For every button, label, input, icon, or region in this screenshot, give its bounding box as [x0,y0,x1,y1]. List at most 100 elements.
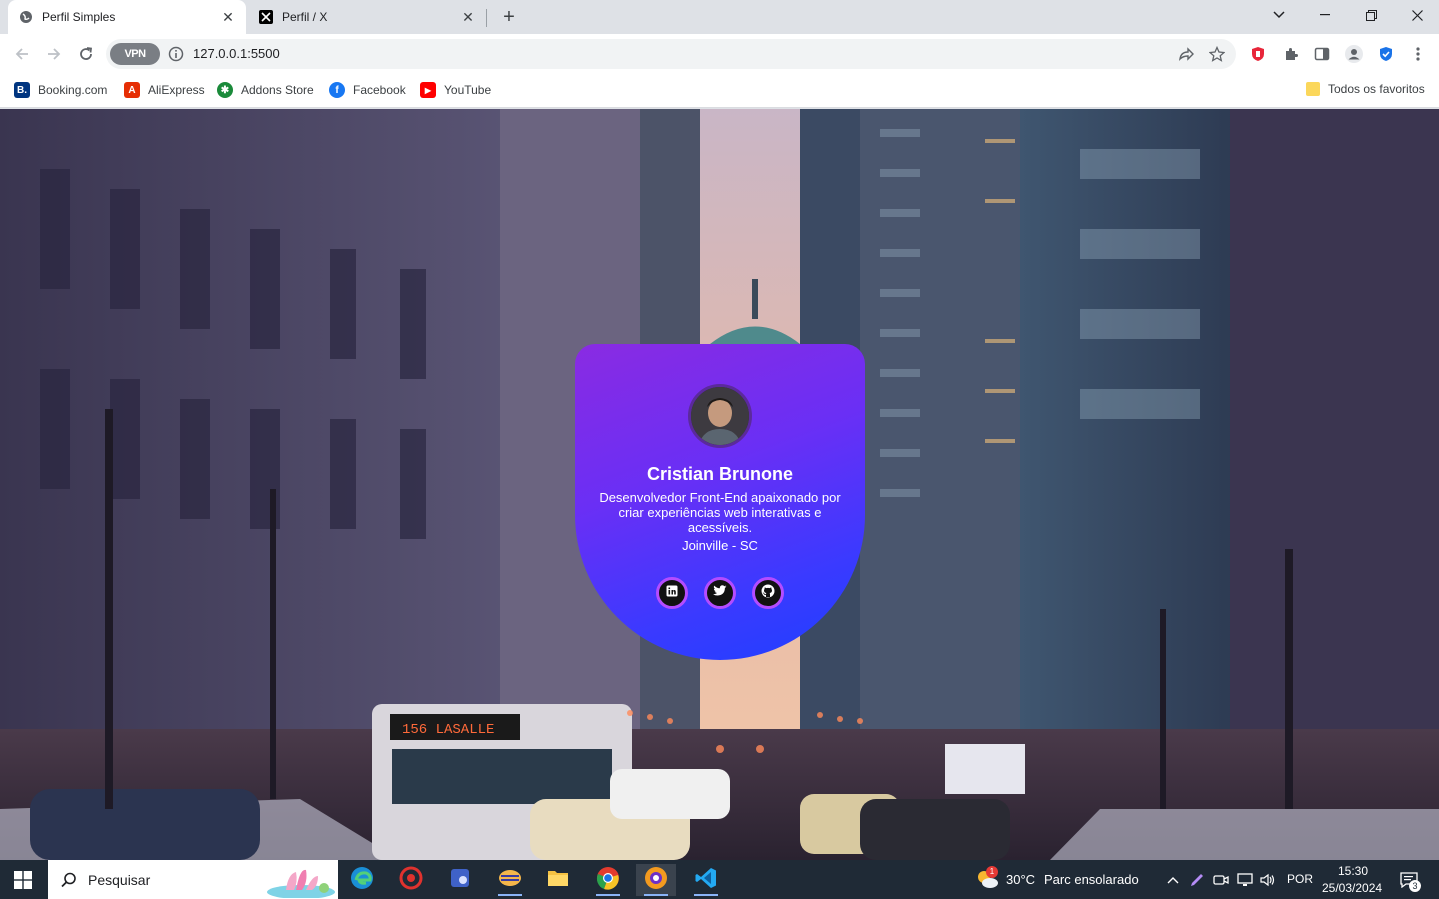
bookmark-addons-store[interactable]: ✱ Addons Store [217,82,314,98]
tab-perfil-simples[interactable]: Perfil Simples ✕ [8,0,246,34]
close-window-button[interactable] [1394,0,1439,30]
address-bar[interactable]: VPN 127.0.0.1:5500 [106,39,1236,69]
facebook-icon: f [329,82,345,98]
bookmark-label: Booking.com [38,83,108,97]
chrome-icon [596,866,620,895]
share-icon[interactable] [1176,44,1196,64]
tab-perfil-x[interactable]: Perfil / X ✕ [248,0,486,34]
browser-app-icon [644,866,668,895]
vpn-badge[interactable]: VPN [110,43,160,65]
extensions-puzzle-icon[interactable] [1281,44,1301,64]
bookmark-youtube[interactable]: ▶ YouTube [420,82,491,98]
notifications-badge: 3 [1409,880,1421,892]
info-icon[interactable] [168,46,184,62]
clock-time[interactable]: 15:30 [1338,864,1368,878]
linkedin-link[interactable] [656,577,688,609]
tab-title: Perfil / X [282,10,328,24]
taskbar-chrome[interactable] [588,864,628,896]
clock-date[interactable]: 25/03/2024 [1322,881,1382,895]
github-icon [761,584,775,603]
vscode-icon [694,866,718,895]
menu-kebab-icon[interactable] [1408,44,1428,64]
profile-name: Cristian Brunone [646,464,793,484]
search-icon [60,871,78,894]
reload-button[interactable] [74,42,98,66]
globe-icon [18,9,34,25]
profile-card: Cristian Brunone Desenvolvedor Front-End… [575,344,865,660]
bookmark-aliexpress[interactable]: A AliExpress [124,82,205,98]
url-text[interactable]: 127.0.0.1:5500 [193,46,280,61]
linkedin-icon [666,584,678,602]
profile-location: Joinville - SC [682,538,758,553]
language-indicator[interactable]: POR [1287,872,1313,886]
addons-store-icon: ✱ [217,82,233,98]
shield-extension-icon[interactable] [1376,44,1396,64]
aliexpress-icon: A [124,82,140,98]
taskbar-app-red[interactable] [391,864,431,896]
bookmark-facebook[interactable]: f Facebook [329,82,406,98]
pen-icon[interactable] [1188,871,1206,889]
bookmark-label: YouTube [444,83,492,97]
twitter-icon [713,584,727,602]
taskbar-vscode[interactable] [686,864,726,896]
windows-start-icon[interactable] [14,871,32,889]
taskbar-app-settings[interactable] [440,864,480,896]
running-indicator [498,894,522,896]
running-indicator [596,894,620,896]
edge-icon [350,866,374,895]
close-tab-icon[interactable]: ✕ [220,9,236,25]
x-logo-icon [258,9,274,25]
running-indicator [694,894,718,896]
weather-temp[interactable]: 30°C [1006,872,1035,887]
forward-button[interactable] [42,42,66,66]
svg-text:156 LASALLE: 156 LASALLE [402,722,494,738]
tab-strip: Perfil Simples ✕ Perfil / X ✕ + [0,0,1439,34]
volume-icon[interactable] [1259,871,1277,889]
all-bookmarks-label: Todos os favoritos [1328,82,1425,96]
running-indicator [644,894,668,896]
tab-separator [486,9,487,27]
taskbar-app-stack[interactable] [490,864,530,896]
folder-icon [1306,82,1320,96]
avatar [688,384,752,448]
youtube-icon: ▶ [420,82,436,98]
taskbar-app-active[interactable] [636,864,676,896]
taskbar-file-explorer[interactable] [538,864,578,896]
side-panel-icon[interactable] [1312,44,1332,64]
restore-button[interactable] [1348,0,1394,30]
bookmark-label: Addons Store [241,83,314,97]
lotus-highlight-icon [266,862,336,899]
profile-bio: Desenvolvedor Front-End apaixonado por c… [599,490,841,535]
adblock-extension-icon[interactable] [1248,44,1268,64]
twitter-link[interactable] [704,577,736,609]
profile-avatar-icon[interactable] [1344,44,1364,64]
close-tab-icon[interactable]: ✕ [460,9,476,25]
bookmark-label: AliExpress [148,83,205,97]
back-button[interactable] [10,42,34,66]
control-panel-icon [448,866,472,895]
folder-icon [546,866,570,895]
new-tab-button[interactable]: + [498,6,520,28]
browser-toolbar: VPN 127.0.0.1:5500 [0,34,1439,74]
stack-app-icon [498,866,522,895]
tab-search-icon[interactable] [1256,0,1302,30]
all-bookmarks-folder[interactable]: Todos os favoritos [1306,82,1425,96]
meet-now-icon[interactable] [1212,871,1230,889]
red-app-icon [399,866,423,895]
windows-taskbar: Pesquisar 1 30°C Parc ensolarado POR 15:… [0,860,1439,899]
taskbar-edge[interactable] [342,864,382,896]
chevron-up-icon[interactable] [1164,871,1182,889]
bookmark-label: Facebook [353,83,406,97]
weather-desc[interactable]: Parc ensolarado [1044,872,1139,887]
page-viewport: 156 LASALLE Cristian Brunone Desenvolved… [0,109,1439,860]
bookmark-booking[interactable]: B. Booking.com [14,82,107,98]
network-icon[interactable] [1236,871,1254,889]
weather-alert-badge: 1 [986,866,998,878]
booking-icon: B. [14,82,30,98]
tab-title: Perfil Simples [42,10,116,24]
github-link[interactable] [752,577,784,609]
bookmark-star-icon[interactable] [1207,44,1227,64]
taskbar-search-box[interactable]: Pesquisar [48,860,338,899]
minimize-button[interactable] [1302,0,1348,30]
search-placeholder: Pesquisar [88,871,151,888]
